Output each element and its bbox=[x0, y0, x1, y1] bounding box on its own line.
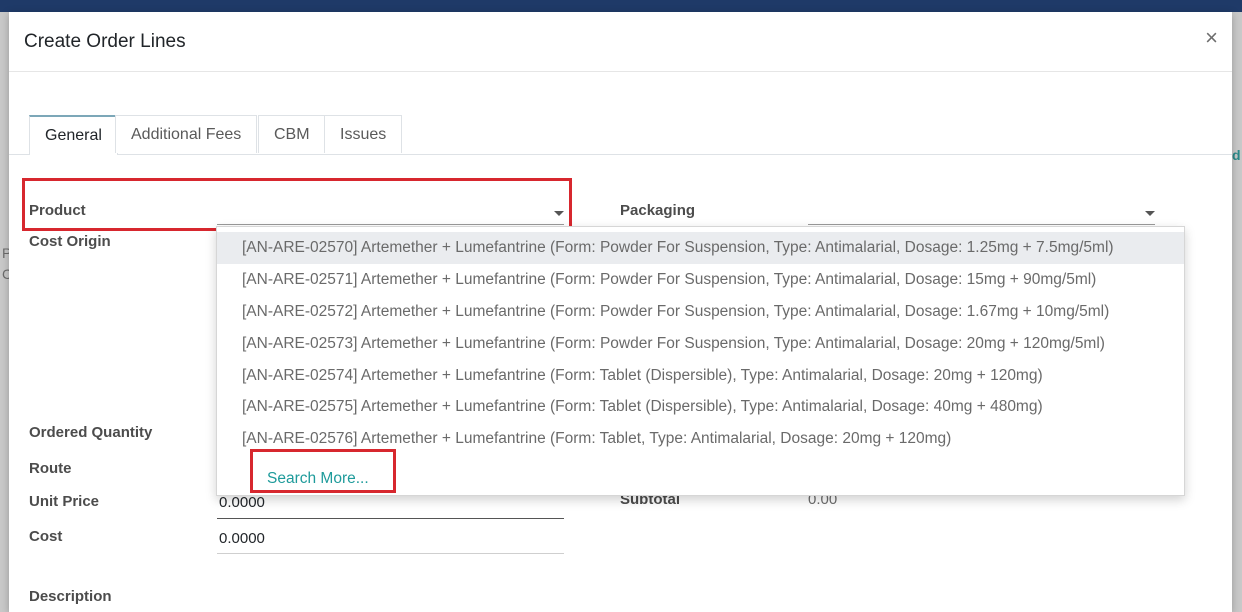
search-more-highlight-box bbox=[250, 449, 396, 493]
unit-price-label: Unit Price bbox=[29, 493, 100, 510]
tab-general[interactable]: General bbox=[29, 115, 118, 155]
dropdown-option[interactable]: [AN-ARE-02571] Artemether + Lumefantrine… bbox=[217, 264, 1184, 296]
tab-additional-fees[interactable]: Additional Fees bbox=[115, 115, 258, 153]
route-label: Route bbox=[29, 460, 72, 477]
cost-input[interactable]: 0.0000 bbox=[219, 530, 265, 547]
app-top-bar bbox=[0, 0, 1242, 12]
description-label: Description bbox=[29, 588, 112, 605]
ordered-quantity-label: Ordered Quantity bbox=[29, 424, 153, 441]
chevron-down-icon[interactable] bbox=[1145, 211, 1155, 216]
dropdown-option[interactable]: [AN-ARE-02570] Artemether + Lumefantrine… bbox=[217, 232, 1184, 264]
dropdown-option[interactable]: [AN-ARE-02572] Artemether + Lumefantrine… bbox=[217, 296, 1184, 328]
background-text: d bbox=[1232, 147, 1241, 163]
close-icon[interactable]: × bbox=[1205, 27, 1218, 49]
tab-issues[interactable]: Issues bbox=[324, 115, 403, 153]
create-order-lines-dialog: Create Order Lines × General Additional … bbox=[9, 12, 1232, 612]
cost-origin-label: Cost Origin bbox=[29, 233, 111, 250]
unit-price-underline bbox=[217, 518, 564, 519]
product-highlight-box bbox=[22, 178, 572, 231]
unit-price-input[interactable]: 0.0000 bbox=[219, 494, 265, 511]
cost-label: Cost bbox=[29, 528, 63, 545]
form-tabs: General Additional Fees CBM Issues bbox=[9, 115, 1232, 155]
dropdown-option[interactable]: [AN-ARE-02575] Artemether + Lumefantrine… bbox=[217, 391, 1184, 423]
dialog-title: Create Order Lines bbox=[24, 31, 186, 52]
dropdown-option[interactable]: [AN-ARE-02573] Artemether + Lumefantrine… bbox=[217, 328, 1184, 360]
tab-cbm[interactable]: CBM bbox=[258, 115, 326, 153]
packaging-label: Packaging bbox=[620, 202, 696, 219]
dialog-header: Create Order Lines × bbox=[9, 12, 1232, 72]
packaging-input[interactable] bbox=[808, 224, 1155, 225]
product-autocomplete-dropdown: [AN-ARE-02570] Artemether + Lumefantrine… bbox=[216, 226, 1185, 496]
cost-underline bbox=[217, 553, 564, 554]
dropdown-option[interactable]: [AN-ARE-02574] Artemether + Lumefantrine… bbox=[217, 360, 1184, 392]
